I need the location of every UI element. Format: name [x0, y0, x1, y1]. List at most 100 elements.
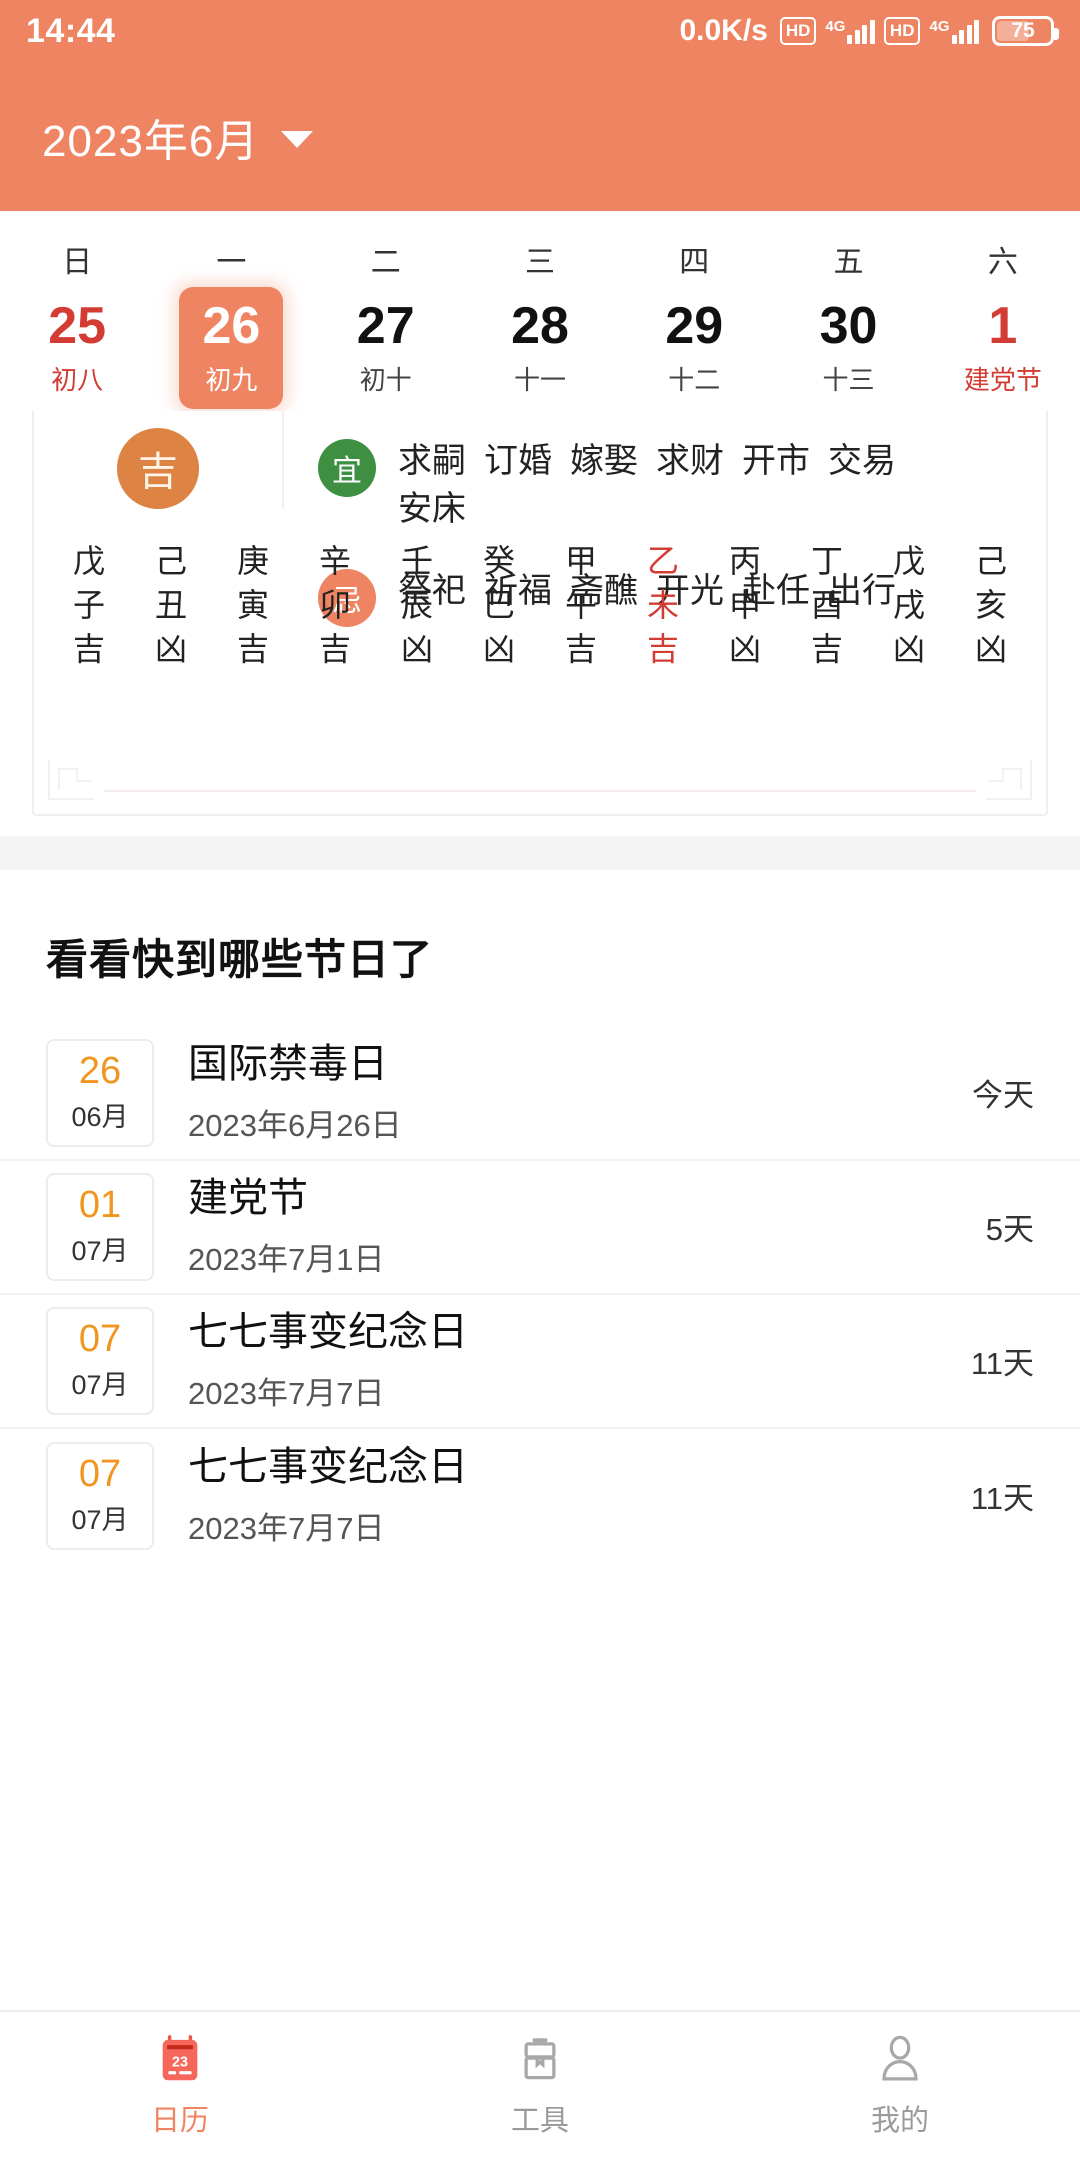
weekday-label-1: 一: [216, 246, 247, 279]
hour-luck-cell[interactable]: 戊子吉: [48, 539, 130, 671]
hour-luck-cell[interactable]: 戊戌凶: [868, 539, 950, 671]
person-icon[interactable]: [874, 2033, 926, 2085]
suitable-item: 交易: [828, 441, 896, 480]
week-day-30[interactable]: 30 十三: [771, 287, 925, 411]
hour-luck: 凶: [482, 630, 515, 667]
hour-stem: 壬: [400, 542, 433, 579]
hour-branch: 辰: [400, 586, 433, 623]
signal-sim1: 4G: [825, 18, 875, 44]
festival-date-box: 07 07月: [46, 1441, 154, 1550]
month-title[interactable]: 2023年6月: [42, 105, 259, 169]
toolbox-icon[interactable]: [514, 2033, 566, 2085]
festival-date-box: 26 06月: [46, 1038, 154, 1147]
festival-list-item[interactable]: 01 07月 建党节 2023年7月1日 5天: [0, 1161, 1080, 1295]
hour-luck: 凶: [400, 630, 433, 667]
suitable-badge-icon: 宜: [318, 438, 376, 497]
week-day-number: 30: [819, 297, 878, 355]
nav-item-日历[interactable]: 23 日历: [0, 2012, 360, 2160]
hour-luck-cell[interactable]: 己亥凶: [950, 539, 1032, 671]
hour-luck: 吉: [564, 630, 597, 667]
hour-luck-cell[interactable]: 甲午吉: [540, 539, 622, 671]
weekday-label-2: 二: [370, 246, 401, 279]
nav-item-label: 工具: [510, 2105, 569, 2137]
hd-icon-2: HD: [883, 17, 921, 45]
week-day-number: 28: [511, 297, 569, 355]
lunar-card-top: 己丑月 吉 财神正北 喜神东北 福神东南 阳贵西南 宜 求嗣订婚嫁娶求财开市交易…: [34, 410, 1046, 628]
week-day-number: 29: [665, 297, 724, 355]
status-bar: 14:44 0.0K/s HD 4G HD 4G 75: [0, 0, 1080, 62]
festival-countdown: 今天: [972, 1078, 1034, 1114]
festival-name: 国际禁毒日: [188, 1042, 388, 1087]
festival-countdown: 11天: [970, 1346, 1034, 1382]
nav-item-我的[interactable]: 我的: [720, 2012, 1080, 2160]
festival-list-item[interactable]: 07 07月 七七事变纪念日 2023年7月7日 11天: [0, 1295, 1080, 1429]
hour-branch: 未: [646, 586, 679, 623]
week-day-1[interactable]: 1 建党节: [926, 287, 1080, 411]
signal-bars-icon-1: [847, 18, 875, 44]
festival-month: 07月: [71, 1370, 129, 1401]
nav-item-label: 日历: [150, 2105, 209, 2137]
festival-list-item[interactable]: 26 06月 国际禁毒日 2023年6月26日 今天: [0, 1027, 1080, 1161]
hour-branch: 子: [72, 586, 105, 623]
week-day-lunar: 初九: [205, 364, 258, 395]
calendar-icon[interactable]: 23: [154, 2033, 206, 2085]
hour-stem: 乙: [646, 542, 679, 579]
festival-date-box: 01 07月: [46, 1172, 154, 1281]
festival-info: 国际禁毒日 2023年6月26日: [188, 1040, 972, 1145]
week-day-lunar: 十一: [513, 364, 566, 395]
festival-info: 建党节 2023年7月1日: [188, 1174, 986, 1279]
hour-stem: 癸: [482, 542, 515, 579]
suitable-row[interactable]: 宜 求嗣 订婚 嫁娶 求财 开市 交易安床: [318, 437, 1046, 534]
hour-stem: 己: [974, 542, 1007, 579]
festival-day: 01: [78, 1183, 122, 1226]
festival-list-item[interactable]: 07 07月 七七事变纪念日 2023年7月7日 11天: [0, 1429, 1080, 1563]
festival-month: 06月: [71, 1102, 129, 1133]
week-day-27[interactable]: 27 初十: [309, 287, 463, 411]
week-day-25[interactable]: 25 初八: [0, 287, 154, 411]
week-day-28[interactable]: 28 十一: [463, 287, 617, 411]
hour-luck-cell[interactable]: 壬辰凶: [376, 539, 458, 671]
hour-luck-cell[interactable]: 丁酉吉: [786, 539, 868, 671]
hour-branch: 丑: [154, 586, 187, 623]
week-strip: 25 初八 26 初九 27 初十 28 十一 29 十二 30 十三 1 建党节: [0, 287, 1080, 411]
hour-luck-cell[interactable]: 丙申凶: [704, 539, 786, 671]
hour-branch: 亥: [974, 586, 1007, 623]
hour-luck-cell[interactable]: 己丑凶: [130, 539, 212, 671]
weekday-label-5: 五: [833, 246, 864, 279]
week-day-lunar: 初八: [51, 364, 104, 395]
chevron-down-icon[interactable]: [281, 131, 314, 148]
week-day-lunar: 建党节: [963, 364, 1042, 395]
lunar-fortune-column: 己丑月 吉: [34, 410, 284, 509]
festival-list: 26 06月 国际禁毒日 2023年6月26日 今天 01 07月 建党节 2023年7月1日 5…: [0, 1026, 1080, 1563]
hour-branch: 巳: [482, 586, 515, 623]
suitable-item: 求财: [656, 441, 724, 480]
hour-luck-cell[interactable]: 乙未吉: [622, 539, 704, 671]
week-day-26[interactable]: 26 初九: [154, 287, 308, 411]
frame-corner-right: [976, 754, 1032, 800]
hour-luck-cell[interactable]: 辛卯吉: [294, 539, 376, 671]
nav-item-工具[interactable]: 工具: [360, 2012, 720, 2160]
festival-full-date: 2023年7月1日: [188, 1242, 385, 1278]
hour-stem: 己: [154, 542, 187, 579]
festival-info: 七七事变纪念日 2023年7月7日: [188, 1443, 971, 1548]
lunar-detail-column: 财神正北 喜神东北 福神东南 阳贵西南 宜 求嗣订婚嫁娶求财开市交易安床 忌 祭…: [284, 411, 1046, 628]
suitable-item: 求嗣: [398, 441, 466, 480]
suitable-item: 嫁娶: [570, 441, 638, 480]
week-day-lunar: 十三: [822, 364, 875, 395]
decorative-frame: [48, 730, 1032, 804]
festival-name: 七七事变纪念日: [188, 1310, 468, 1355]
weekday-header: 日 一 二 三 四 五 六: [0, 211, 1080, 287]
week-day-number: 1: [988, 297, 1018, 355]
week-day-29[interactable]: 29 十二: [617, 287, 771, 411]
suitable-item: 安床: [398, 489, 466, 528]
hour-branch: 卯: [318, 586, 351, 623]
week-day-number: 26: [202, 297, 261, 355]
week-day-lunar: 初十: [359, 364, 412, 395]
hour-luck-cell[interactable]: 庚寅吉: [212, 539, 294, 671]
hour-luck: 吉: [646, 630, 679, 667]
hour-luck-cell[interactable]: 癸巳凶: [458, 539, 540, 671]
week-day-number: 25: [48, 297, 107, 355]
week-day-number: 27: [356, 297, 415, 355]
lunar-almanac-card[interactable]: 己丑月 吉 财神正北 喜神东北 福神东南 阳贵西南 宜 求嗣订婚嫁娶求财开市交易…: [32, 410, 1048, 816]
festival-info: 七七事变纪念日 2023年7月7日: [188, 1308, 971, 1413]
